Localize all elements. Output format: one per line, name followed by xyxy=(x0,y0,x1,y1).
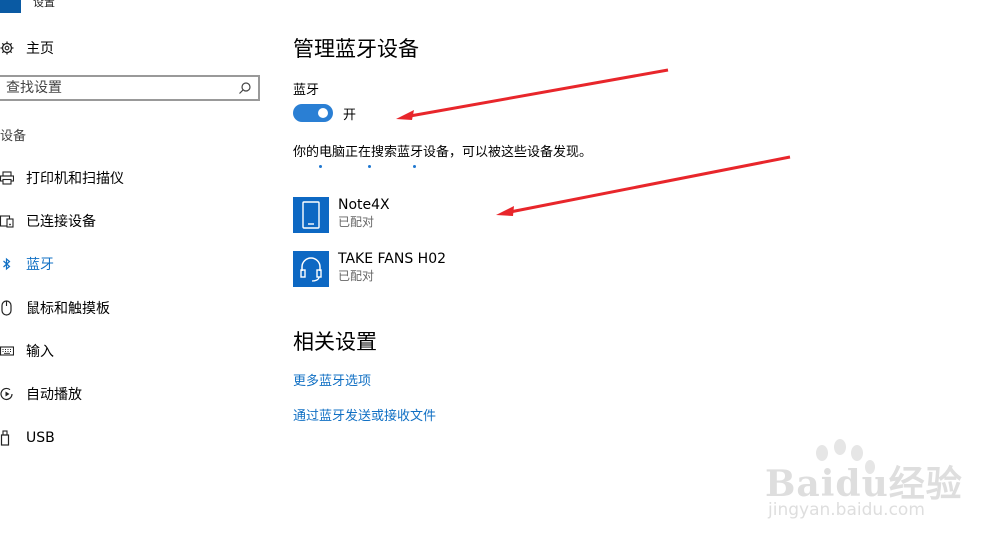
keyboard-icon xyxy=(0,343,14,359)
toggle-state-label: 开 xyxy=(343,108,357,123)
sidebar-item-bluetooth[interactable]: 蓝牙 xyxy=(0,253,260,275)
mouse-icon xyxy=(0,300,14,316)
phone-icon xyxy=(293,197,329,233)
search-icon[interactable] xyxy=(238,81,252,95)
sidebar-item-mouse[interactable]: 鼠标和触摸板 xyxy=(0,297,260,319)
arrow-toggle xyxy=(409,68,669,118)
sidebar-item-autoplay[interactable]: 自动播放 xyxy=(0,383,260,405)
home-nav-item[interactable]: 主页 xyxy=(0,37,54,59)
headset-icon xyxy=(293,251,329,287)
sidebar-item-input[interactable]: 输入 xyxy=(0,340,260,362)
device-item-take-fans-h02[interactable]: TAKE FANS H02 已配对 xyxy=(293,251,593,289)
device-item-note4x[interactable]: Note4X 已配对 xyxy=(293,197,593,235)
sidebar-item-label: 鼠标和触摸板 xyxy=(26,301,110,317)
progress-dot xyxy=(319,165,322,168)
send-receive-files-link[interactable]: 通过蓝牙发送或接收文件 xyxy=(293,405,436,424)
section-label: 设备 xyxy=(0,129,27,144)
device-name: TAKE FANS H02 xyxy=(338,251,447,267)
usb-icon xyxy=(0,430,14,446)
discovery-description: 你的电脑正在搜索蓝牙设备，可以被这些设备发现。 xyxy=(293,145,593,160)
autoplay-icon xyxy=(0,386,14,402)
gear-icon xyxy=(0,40,16,56)
page-title: 管理蓝牙设备 xyxy=(293,37,419,61)
sidebar-item-usb[interactable]: USB xyxy=(0,427,260,449)
sidebar-item-label: 输入 xyxy=(26,344,54,360)
bluetooth-label: 蓝牙 xyxy=(293,83,320,98)
sidebar-item-label: 打印机和扫描仪 xyxy=(26,171,124,187)
device-status: 已配对 xyxy=(338,215,375,229)
sidebar-item-label: 蓝牙 xyxy=(26,257,54,273)
device-status: 已配对 xyxy=(338,269,375,283)
arrow-toggle-head xyxy=(396,110,414,120)
progress-dot xyxy=(413,165,416,168)
sidebar-item-label: USB xyxy=(26,430,55,446)
printer-icon xyxy=(0,170,14,186)
sidebar-item-connected-devices[interactable]: 已连接设备 xyxy=(0,210,260,232)
device-name: Note4X xyxy=(338,197,390,213)
related-settings-title: 相关设置 xyxy=(293,330,377,354)
connected-devices-icon xyxy=(0,213,14,229)
home-label: 主页 xyxy=(26,41,54,57)
bluetooth-toggle[interactable] xyxy=(293,104,333,122)
sidebar-item-label: 自动播放 xyxy=(26,387,82,403)
search-input[interactable] xyxy=(6,80,226,96)
watermark-url: jingyan.baidu.com xyxy=(768,500,925,520)
search-box[interactable] xyxy=(0,75,260,101)
more-bluetooth-options-link[interactable]: 更多蓝牙选项 xyxy=(293,370,371,389)
sidebar-item-label: 已连接设备 xyxy=(26,214,96,230)
sidebar-item-printers[interactable]: 打印机和扫描仪 xyxy=(0,167,260,189)
bluetooth-icon xyxy=(0,256,14,272)
sidebar: 主页 设备 打印机和扫描仪 已连接设备 蓝牙 鼠标和触摸板 xyxy=(0,0,270,543)
toggle-knob xyxy=(318,108,328,118)
progress-dot xyxy=(368,165,371,168)
